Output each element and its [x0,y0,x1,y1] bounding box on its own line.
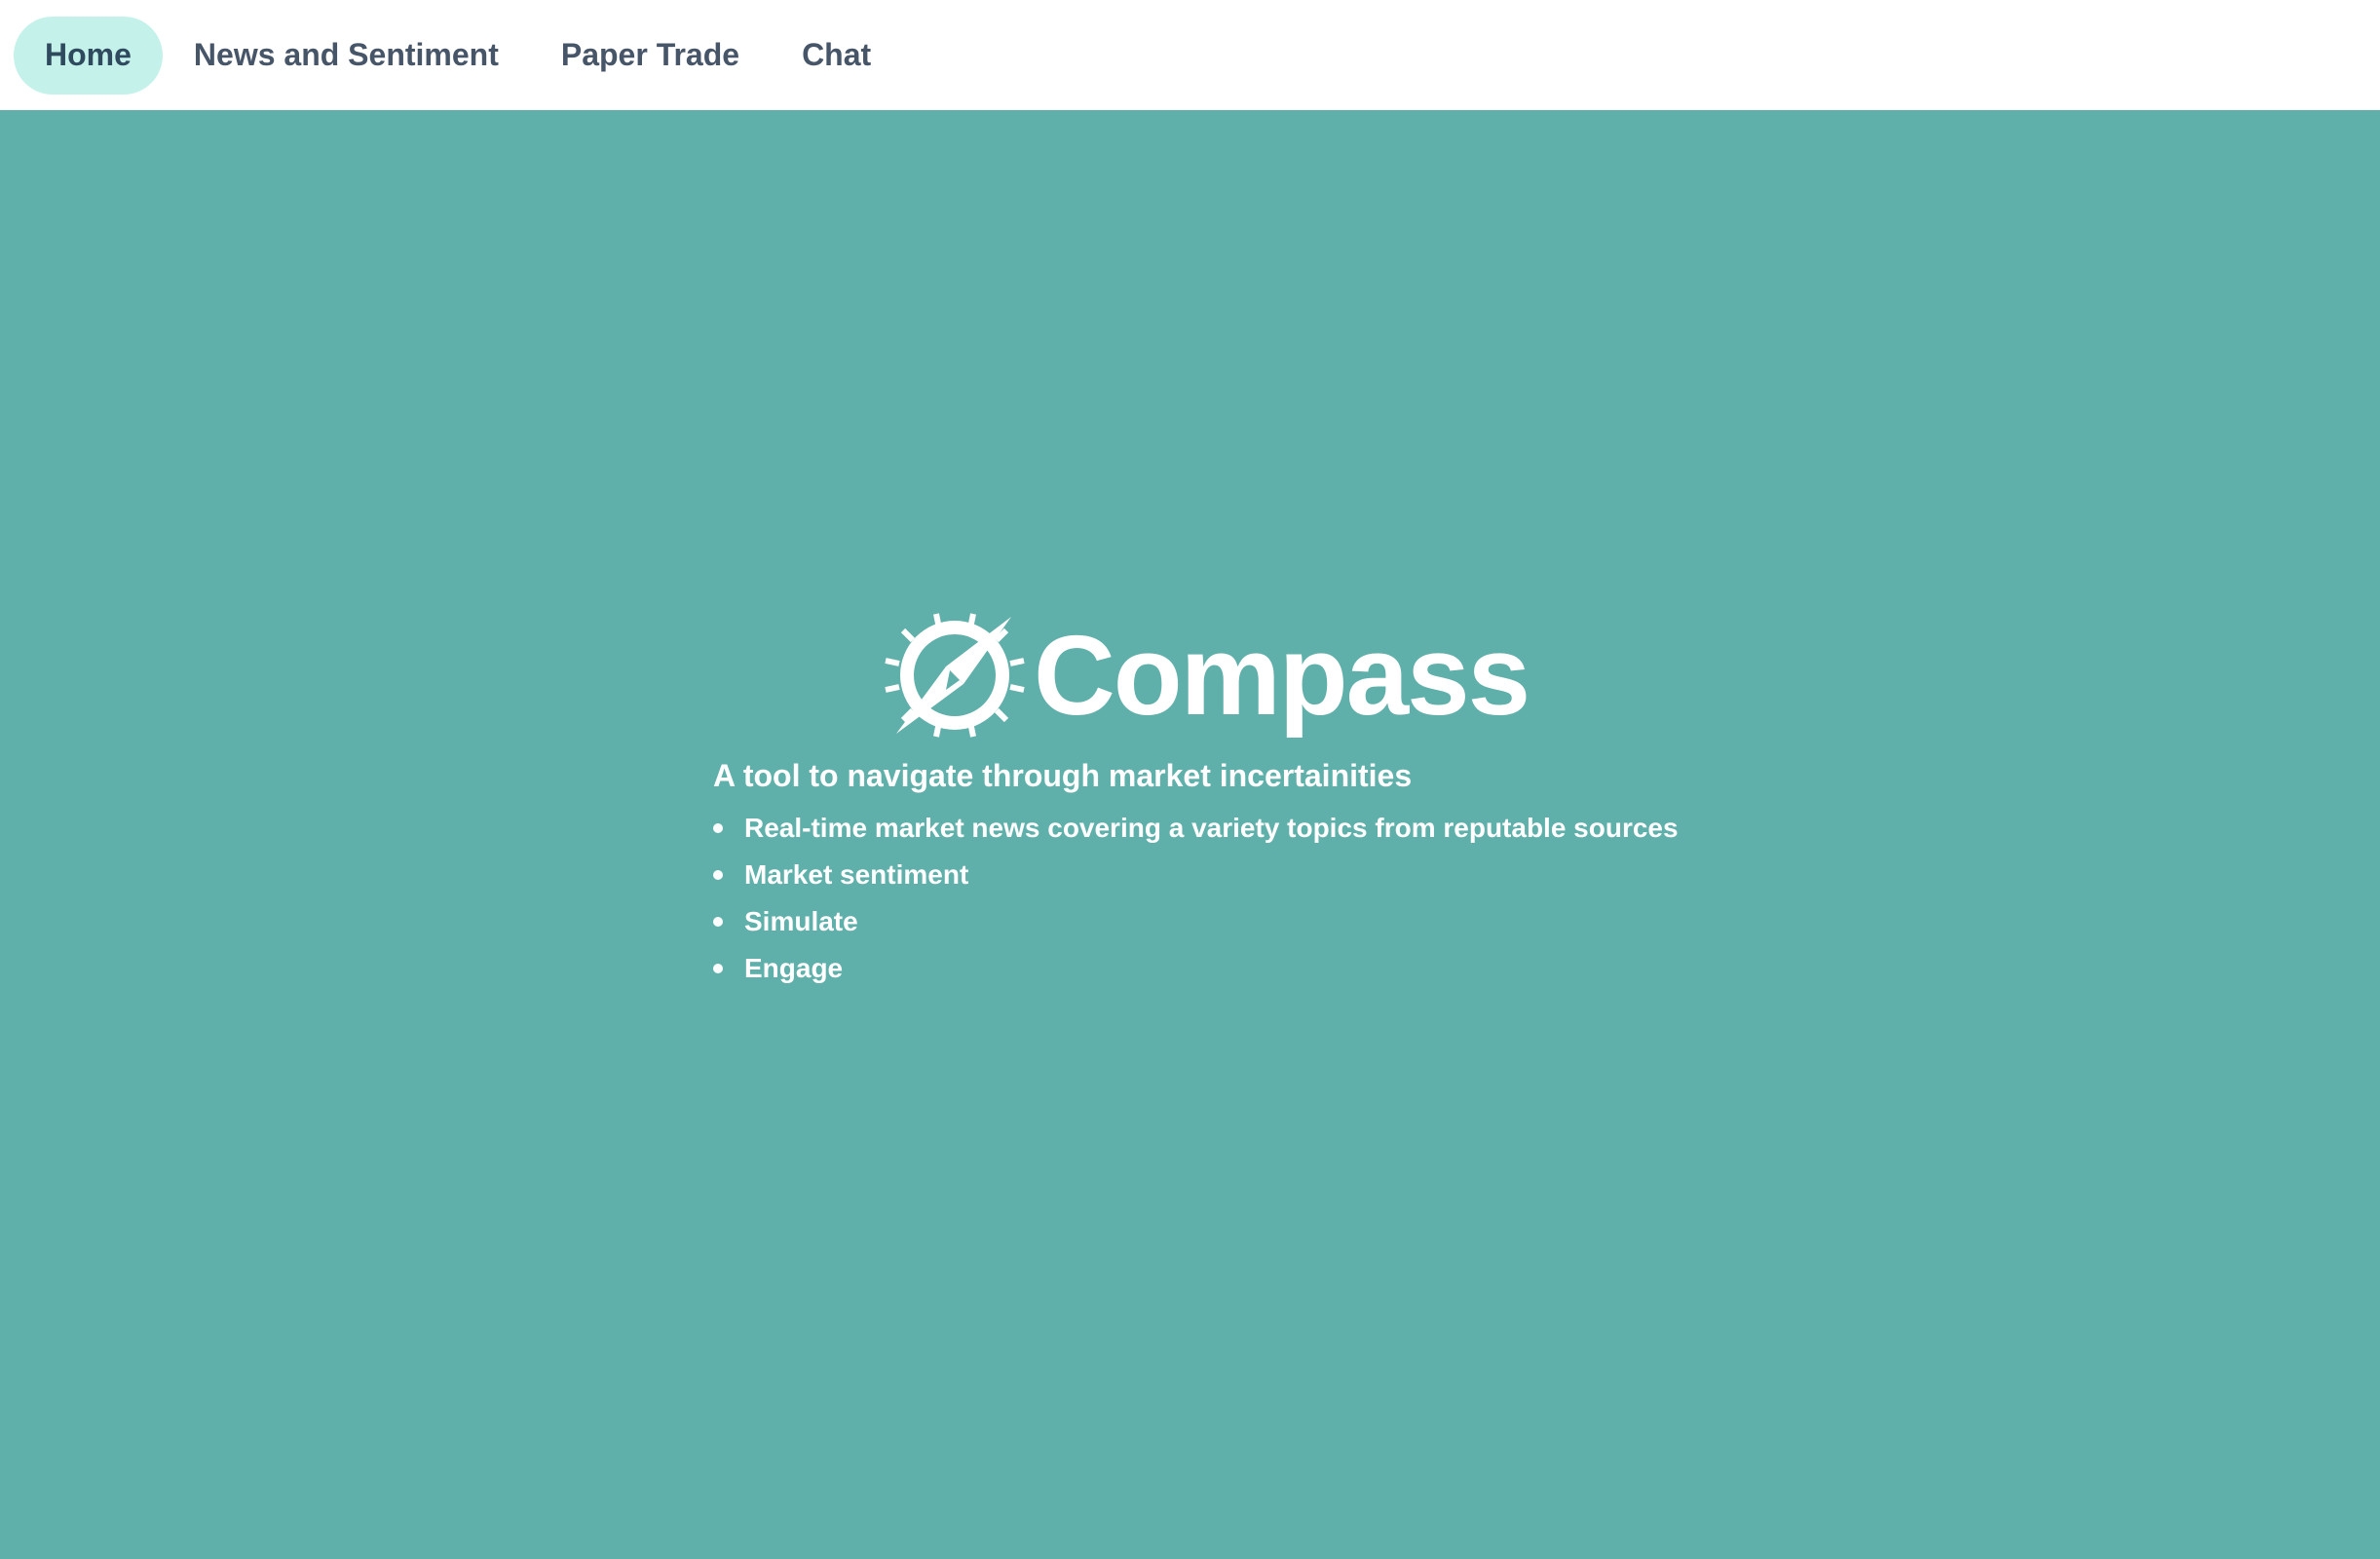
compass-icon [885,613,1025,738]
feature-item: Simulate [713,898,1679,945]
feature-text: Simulate [744,906,858,936]
bullet-icon [713,917,723,927]
brand-header: Compass [882,602,1530,748]
app-title: Compass [1034,612,1530,739]
bullet-icon [713,823,723,833]
nav-item-home[interactable]: Home [14,16,163,95]
feature-item: Engage [713,945,1679,992]
feature-item: Market sentiment [713,852,1679,898]
nav-item-news-and-sentiment[interactable]: News and Sentiment [163,17,530,95]
tagline: A tool to navigate through market incert… [713,758,1413,793]
bullet-icon [713,964,723,973]
nav-item-paper-trade[interactable]: Paper Trade [530,17,771,95]
feature-item: Real-time market news covering a variety… [713,805,1679,852]
feature-text: Market sentiment [744,859,969,890]
bullet-icon [713,870,723,880]
feature-text: Real-time market news covering a variety… [744,813,1679,843]
feature-text: Engage [744,953,844,983]
nav-item-chat[interactable]: Chat [771,17,902,95]
top-navbar: Home News and Sentiment Paper Trade Chat [0,0,2380,110]
feature-list: Real-time market news covering a variety… [713,805,1679,992]
